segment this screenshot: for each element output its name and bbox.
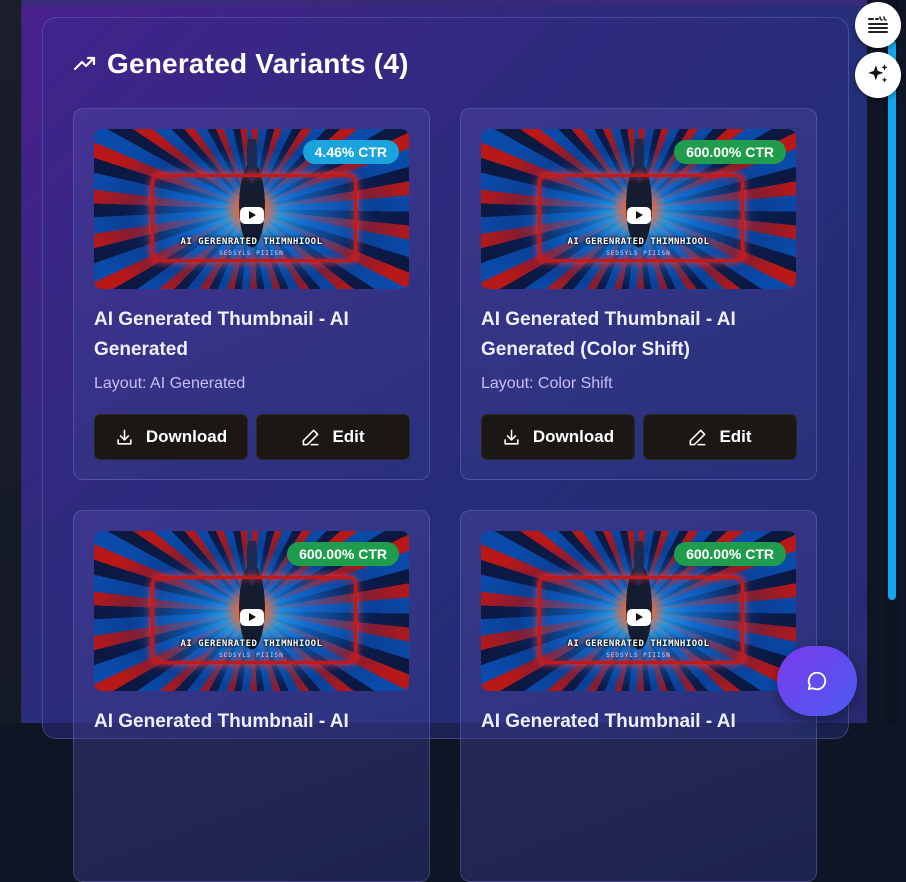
play-icon [239, 207, 264, 224]
sparkles-button[interactable] [855, 52, 901, 98]
ctr-badge: 600.00% CTR [287, 542, 399, 566]
ctr-badge: 600.00% CTR [674, 542, 786, 566]
quote-list-button[interactable] [855, 2, 901, 48]
thumbnail-subcaption: SEDSYLS PIIISN [606, 250, 671, 257]
pencil-icon [303, 429, 319, 445]
card-title: AI Generated Thumbnail - AI Generated [94, 309, 349, 360]
thumbnail-caption: AI GERENRATED THIMNHIOOL [180, 639, 323, 649]
thumbnail-subcaption: SEDSYLS PIIISN [219, 652, 284, 659]
card-title: AI Generated Thumbnail - AI [481, 711, 736, 732]
ctr-badge: 4.46% CTR [302, 140, 399, 164]
thumbnail-image[interactable]: AI GERENRATED THIMNHIOOL SEDSYLS PIIISN … [481, 531, 796, 691]
quote-list-icon [868, 16, 888, 33]
variant-card: AI GERENRATED THIMNHIOOL SEDSYLS PIIISN … [73, 108, 430, 480]
edit-label: Edit [719, 427, 752, 446]
thumbnail-caption: AI GERENRATED THIMNHIOOL [180, 237, 323, 247]
thumbnail-subcaption: SEDSYLS PIIISN [219, 250, 284, 257]
thumbnail-caption: AI GERENRATED THIMNHIOOL [567, 639, 710, 649]
card-layout-label: Layout: Color Shift [481, 375, 613, 392]
edit-button[interactable]: Edit [256, 414, 410, 460]
chat-button[interactable] [777, 646, 857, 716]
play-icon [239, 609, 264, 626]
pencil-icon [690, 429, 706, 445]
play-icon [626, 609, 651, 626]
scrollbar-thumb[interactable] [888, 40, 896, 600]
top-edge [22, 0, 867, 6]
section-title: Generated Variants (4) [107, 48, 409, 79]
download-label: Download [532, 427, 615, 446]
left-sidebar-edge [0, 0, 22, 723]
sparkles-icon [868, 64, 888, 83]
ctr-badge: 600.00% CTR [674, 140, 786, 164]
card-layout-label: Layout: AI Generated [94, 375, 246, 392]
play-icon [626, 207, 651, 224]
section-heading: Generated Variants (4) [73, 44, 409, 84]
thumbnail-image[interactable]: AI GERENRATED THIMNHIOOL SEDSYLS PIIISN … [481, 129, 796, 289]
edit-label: Edit [332, 427, 365, 446]
thumbnail-subcaption: SEDSYLS PIIISN [606, 652, 671, 659]
download-label: Download [145, 427, 228, 446]
variant-card: AI GERENRATED THIMNHIOOL SEDSYLS PIIISN … [460, 510, 817, 882]
download-icon [117, 429, 132, 445]
download-button[interactable]: Download [94, 414, 248, 460]
thumbnail-image[interactable]: AI GERENRATED THIMNHIOOL SEDSYLS PIIISN … [94, 129, 409, 289]
download-icon [504, 429, 519, 445]
card-title: AI Generated Thumbnail - AI [94, 711, 349, 732]
thumbnail-image[interactable]: AI GERENRATED THIMNHIOOL SEDSYLS PIIISN … [94, 531, 409, 691]
trending-up-icon [73, 56, 96, 71]
download-button[interactable]: Download [481, 414, 635, 460]
variant-card: AI GERENRATED THIMNHIOOL SEDSYLS PIIISN … [73, 510, 430, 882]
thumbnail-caption: AI GERENRATED THIMNHIOOL [567, 237, 710, 247]
variant-card: AI GERENRATED THIMNHIOOL SEDSYLS PIIISN … [460, 108, 817, 480]
card-title: AI Generated Thumbnail - AI Generated (C… [481, 309, 736, 360]
chat-bubble-icon [807, 671, 827, 691]
edit-button[interactable]: Edit [643, 414, 797, 460]
